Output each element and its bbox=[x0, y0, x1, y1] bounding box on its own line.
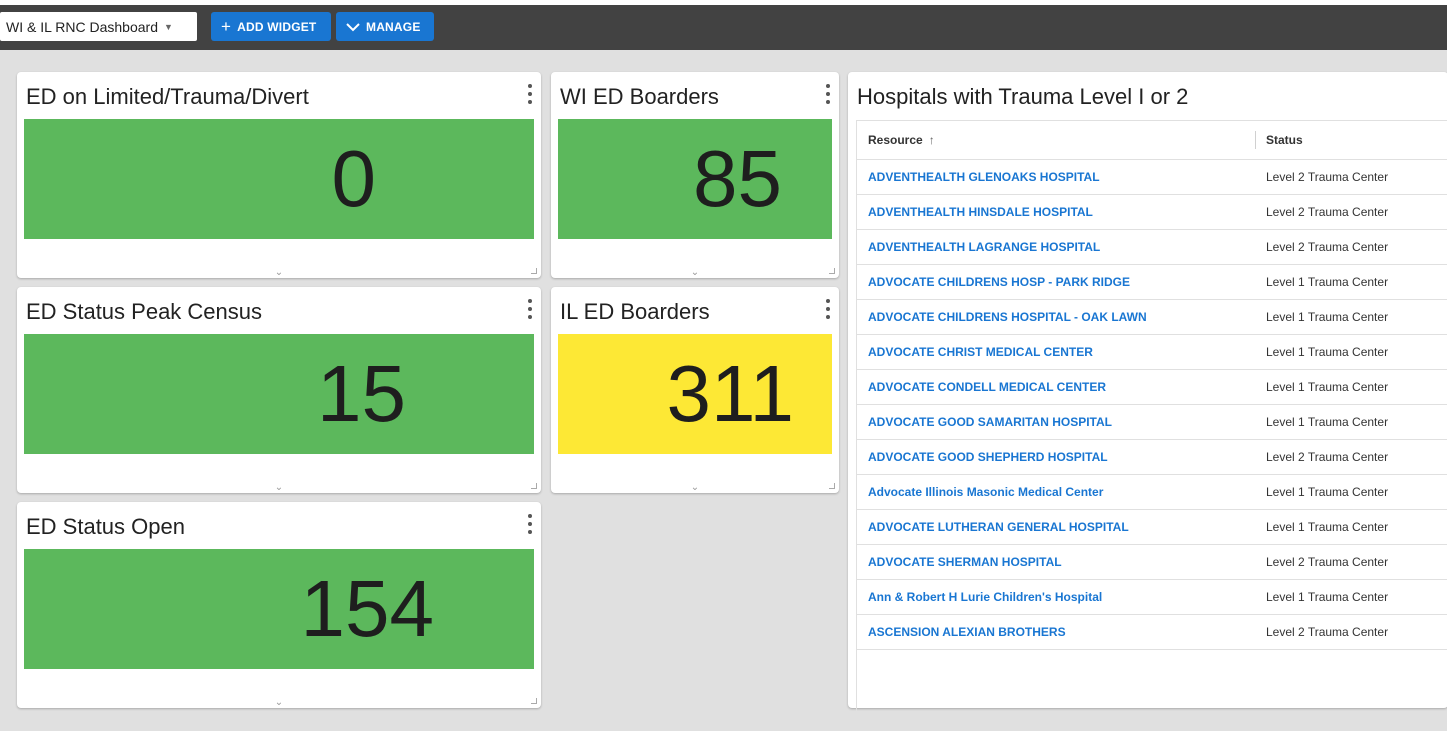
more-options-icon[interactable] bbox=[825, 299, 831, 319]
widget-ed-status-open: ED Status Open 154 ⌄ bbox=[17, 502, 541, 708]
expand-chevron-icon[interactable]: ⌄ bbox=[691, 482, 699, 493]
table-row[interactable]: ADVOCATE CHILDRENS HOSPITAL - OAK LAWN Le… bbox=[857, 300, 1447, 335]
widget-value: 15 bbox=[317, 349, 406, 438]
table-row[interactable]: ADVOCATE GOOD SAMARITAN HOSPITAL Level 1 … bbox=[857, 405, 1447, 440]
trauma-status: Level 1 Trauma Center bbox=[1266, 485, 1389, 499]
trauma-status: Level 2 Trauma Center bbox=[1266, 240, 1389, 254]
hospital-link[interactable]: ADVOCATE CHILDRENS HOSPITAL - OAK LAWN bbox=[868, 310, 1147, 324]
top-strip bbox=[0, 0, 1447, 5]
manage-button[interactable]: MANAGE bbox=[336, 12, 434, 41]
hospital-link[interactable]: ADVENTHEALTH LAGRANGE HOSPITAL bbox=[868, 240, 1100, 254]
resize-handle-icon[interactable] bbox=[829, 268, 835, 274]
widget-title: ED Status Peak Census bbox=[26, 299, 263, 324]
top-toolbar: WI & IL RNC Dashboard ▼ + ADD WIDGET MAN… bbox=[0, 0, 1447, 50]
table-row[interactable]: ADVOCATE GOOD SHEPHERD HOSPITAL Level 2 T… bbox=[857, 440, 1447, 475]
widget-ed-limited-trauma-divert: ED on Limited/Trauma/Divert 0 ⌄ bbox=[17, 72, 541, 278]
dropdown-caret-icon: ▼ bbox=[163, 21, 173, 32]
sort-ascending-icon: ↑ bbox=[928, 133, 935, 147]
more-options-icon[interactable] bbox=[527, 514, 533, 534]
dashboard-select[interactable]: WI & IL RNC Dashboard ▼ bbox=[0, 12, 197, 41]
expand-chevron-icon[interactable]: ⌄ bbox=[275, 697, 283, 708]
table-row[interactable]: Advocate Illinois Masonic Medical Center… bbox=[857, 475, 1447, 510]
dashboard-select-label: WI & IL RNC Dashboard bbox=[6, 18, 158, 35]
trauma-status: Level 1 Trauma Center bbox=[1266, 345, 1389, 359]
chevron-down-icon bbox=[346, 18, 360, 35]
trauma-status: Level 1 Trauma Center bbox=[1266, 590, 1389, 604]
expand-chevron-icon[interactable]: ⌄ bbox=[275, 267, 283, 278]
trauma-status: Level 1 Trauma Center bbox=[1266, 415, 1389, 429]
trauma-status: Level 1 Trauma Center bbox=[1266, 275, 1389, 289]
table-row[interactable]: Ann & Robert H Lurie Children's Hospital… bbox=[857, 580, 1447, 615]
resize-handle-icon[interactable] bbox=[829, 483, 835, 489]
more-options-icon[interactable] bbox=[527, 299, 533, 319]
hospital-link[interactable]: ADVOCATE CHRIST MEDICAL CENTER bbox=[868, 345, 1093, 359]
plus-icon: + bbox=[221, 17, 232, 36]
widget-title: ED Status Open bbox=[26, 514, 185, 539]
trauma-status: Level 1 Trauma Center bbox=[1266, 310, 1389, 324]
trauma-status: Level 2 Trauma Center bbox=[1266, 450, 1389, 464]
table-row[interactable]: ADVENTHEALTH HINSDALE HOSPITAL Level 2 Tr… bbox=[857, 195, 1447, 230]
hospital-link[interactable]: ASCENSION ALEXIAN BROTHERS bbox=[868, 625, 1066, 639]
hospital-link[interactable]: ADVOCATE CHILDRENS HOSP - PARK RIDGE bbox=[868, 275, 1130, 289]
widget-ed-status-peak-census: ED Status Peak Census 15 ⌄ bbox=[17, 287, 541, 493]
widget-value: 154 bbox=[300, 564, 434, 653]
table-row[interactable]: ADVOCATE SHERMAN HOSPITAL Level 2 Trauma … bbox=[857, 545, 1447, 580]
hospital-link[interactable]: Advocate Illinois Masonic Medical Center bbox=[868, 485, 1103, 499]
more-options-icon[interactable] bbox=[825, 84, 831, 104]
add-widget-label: ADD WIDGET bbox=[237, 19, 317, 34]
widget-value: 311 bbox=[666, 349, 794, 438]
widget-value-tile: 15 bbox=[24, 334, 534, 454]
column-divider[interactable] bbox=[1255, 131, 1256, 149]
hospital-link[interactable]: ADVOCATE GOOD SAMARITAN HOSPITAL bbox=[868, 415, 1112, 429]
trauma-status: Level 2 Trauma Center bbox=[1266, 625, 1389, 639]
widget-title: ED on Limited/Trauma/Divert bbox=[26, 84, 309, 109]
resize-handle-icon[interactable] bbox=[531, 483, 537, 489]
resize-handle-icon[interactable] bbox=[531, 698, 537, 704]
hospital-link[interactable]: Ann & Robert H Lurie Children's Hospital bbox=[868, 590, 1102, 604]
hospital-link[interactable]: ADVOCATE GOOD SHEPHERD HOSPITAL bbox=[868, 450, 1108, 464]
widget-il-ed-boarders: IL ED Boarders 311 ⌄ bbox=[551, 287, 839, 493]
table-row[interactable]: ADVENTHEALTH LAGRANGE HOSPITAL Level 2 Tr… bbox=[857, 230, 1447, 265]
trauma-status: Level 2 Trauma Center bbox=[1266, 555, 1389, 569]
add-widget-button[interactable]: + ADD WIDGET bbox=[211, 12, 331, 41]
expand-chevron-icon[interactable]: ⌄ bbox=[275, 482, 283, 493]
trauma-status: Level 1 Trauma Center bbox=[1266, 380, 1389, 394]
widget-value-tile: 0 bbox=[24, 119, 534, 239]
widget-wi-ed-boarders: WI ED Boarders 85 ⌄ bbox=[551, 72, 839, 278]
column-header-resource-label: Resource bbox=[868, 133, 923, 147]
table-row[interactable]: ASCENSION ALEXIAN BROTHERS Level 2 Trauma… bbox=[857, 615, 1447, 650]
table-row[interactable]: ADVOCATE CHILDRENS HOSP - PARK RIDGE Leve… bbox=[857, 265, 1447, 300]
hospital-link[interactable]: ADVOCATE LUTHERAN GENERAL HOSPITAL bbox=[868, 520, 1129, 534]
manage-label: MANAGE bbox=[366, 19, 421, 34]
table-row[interactable]: ADVOCATE CONDELL MEDICAL CENTER Level 1 T… bbox=[857, 370, 1447, 405]
table-row[interactable]: ADVENTHEALTH GLENOAKS HOSPITAL Level 2 Tr… bbox=[857, 160, 1447, 195]
hospital-link[interactable]: ADVENTHEALTH GLENOAKS HOSPITAL bbox=[868, 170, 1100, 184]
hospital-link[interactable]: ADVOCATE CONDELL MEDICAL CENTER bbox=[868, 380, 1106, 394]
column-header-status[interactable]: Status bbox=[1266, 133, 1303, 147]
widget-title: WI ED Boarders bbox=[560, 84, 719, 109]
table-body: ADVENTHEALTH GLENOAKS HOSPITAL Level 2 Tr… bbox=[857, 160, 1447, 650]
hospital-link[interactable]: ADVOCATE SHERMAN HOSPITAL bbox=[868, 555, 1062, 569]
trauma-status: Level 2 Trauma Center bbox=[1266, 170, 1389, 184]
more-options-icon[interactable] bbox=[527, 84, 533, 104]
trauma-hospitals-widget: Hospitals with Trauma Level I or 2 Resou… bbox=[848, 72, 1447, 714]
widget-value-tile: 85 bbox=[558, 119, 832, 239]
resize-handle-icon[interactable] bbox=[531, 268, 537, 274]
trauma-status: Level 1 Trauma Center bbox=[1266, 520, 1389, 534]
widget-value: 0 bbox=[331, 134, 377, 223]
trauma-hospitals-table: Resource ↑ Status ADVENTHEALTH GLENOAKS H… bbox=[856, 120, 1447, 714]
widget-value-tile: 311 bbox=[558, 334, 832, 454]
widget-title: IL ED Boarders bbox=[560, 299, 710, 324]
widget-value: 85 bbox=[693, 134, 782, 223]
table-row[interactable]: ADVOCATE LUTHERAN GENERAL HOSPITAL Level … bbox=[857, 510, 1447, 545]
table-header: Resource ↑ Status bbox=[857, 121, 1447, 160]
trauma-status: Level 2 Trauma Center bbox=[1266, 205, 1389, 219]
table-title: Hospitals with Trauma Level I or 2 bbox=[857, 84, 1189, 109]
expand-chevron-icon[interactable]: ⌄ bbox=[691, 267, 699, 278]
hospital-link[interactable]: ADVENTHEALTH HINSDALE HOSPITAL bbox=[868, 205, 1093, 219]
column-header-resource[interactable]: Resource ↑ bbox=[868, 133, 935, 147]
widget-value-tile: 154 bbox=[24, 549, 534, 669]
table-row[interactable]: ADVOCATE CHRIST MEDICAL CENTER Level 1 Tr… bbox=[857, 335, 1447, 370]
